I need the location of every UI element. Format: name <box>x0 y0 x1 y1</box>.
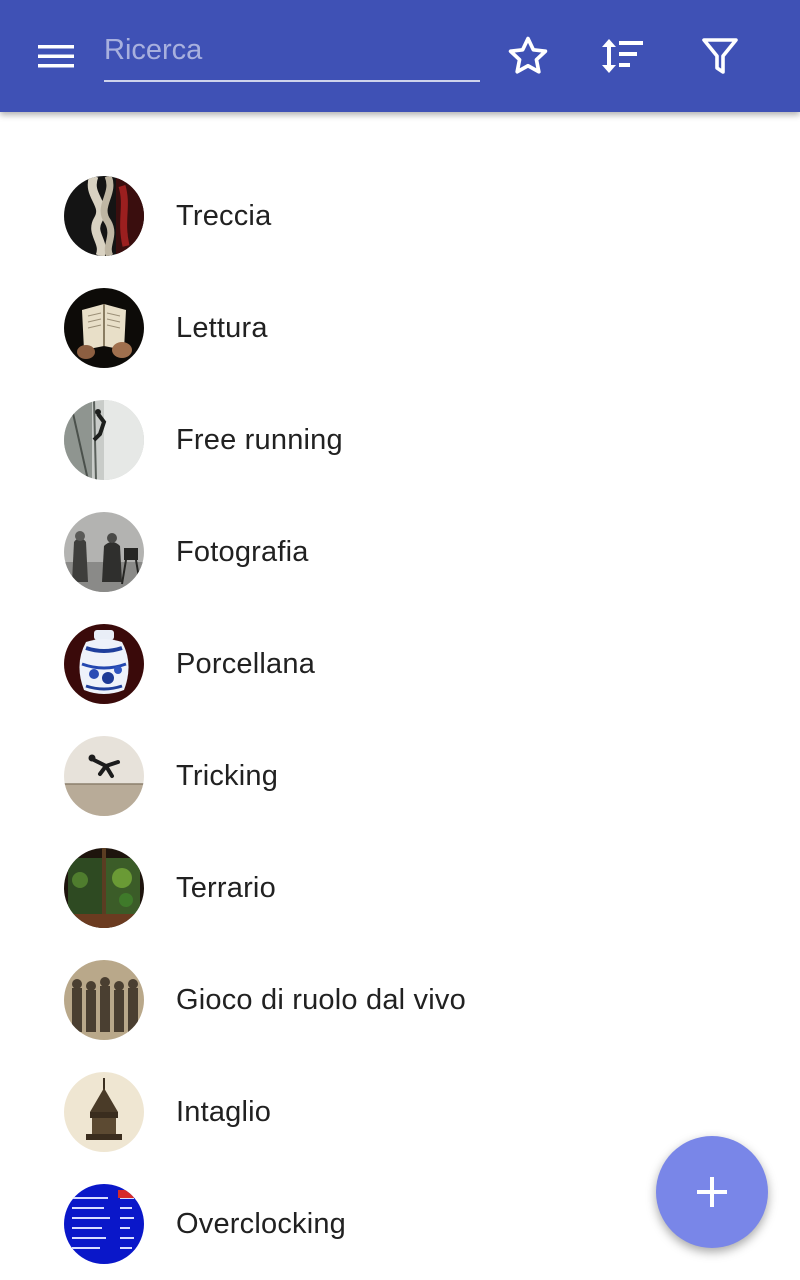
list-item[interactable]: Gioco di ruolo dal vivo <box>0 944 800 1056</box>
list-item[interactable]: Free running <box>0 384 800 496</box>
favorites-button[interactable] <box>496 24 560 88</box>
list-item-label: Intaglio <box>176 1095 272 1128</box>
plus-icon <box>697 1177 727 1207</box>
filter-button[interactable] <box>688 24 752 88</box>
list-item[interactable]: Fotografia <box>0 496 800 608</box>
list-item-label: Treccia <box>176 199 272 232</box>
list-item-label: Overclocking <box>176 1207 347 1240</box>
star-outline-icon <box>508 36 548 74</box>
avatar <box>64 736 144 816</box>
menu-button[interactable] <box>24 28 88 84</box>
avatar <box>64 288 144 368</box>
overclocking-thumbnail <box>64 1184 144 1264</box>
hamburger-menu-icon <box>38 45 74 68</box>
filter-icon <box>702 38 738 74</box>
sort-button[interactable] <box>590 24 654 88</box>
free-running-thumbnail <box>64 400 144 480</box>
list-item-label: Tricking <box>176 759 279 792</box>
list-item-label: Terrario <box>176 871 276 904</box>
add-button[interactable] <box>656 1136 768 1248</box>
list-item-label: Lettura <box>176 311 268 344</box>
app-bar <box>0 0 800 112</box>
list-item[interactable]: Tricking <box>0 720 800 832</box>
list-item-label: Fotografia <box>176 535 309 568</box>
list-item[interactable]: Terrario <box>0 832 800 944</box>
list-item[interactable]: Lettura <box>0 272 800 384</box>
avatar <box>64 960 144 1040</box>
carving-thumbnail <box>64 1072 144 1152</box>
avatar <box>64 400 144 480</box>
sort-icon <box>602 39 643 73</box>
braid-thumbnail <box>64 176 144 256</box>
photography-thumbnail <box>64 512 144 592</box>
avatar <box>64 512 144 592</box>
larp-thumbnail <box>64 960 144 1040</box>
list-item-label: Porcellana <box>176 647 316 680</box>
search-field <box>104 24 480 82</box>
tricking-thumbnail <box>64 736 144 816</box>
list-item[interactable]: Treccia <box>0 160 800 272</box>
search-input[interactable] <box>104 24 480 76</box>
avatar <box>64 1184 144 1264</box>
list-item-label: Free running <box>176 423 343 456</box>
avatar <box>64 1072 144 1152</box>
porcelain-thumbnail <box>64 624 144 704</box>
terrarium-thumbnail <box>64 848 144 928</box>
avatar <box>64 176 144 256</box>
list-item[interactable]: Porcellana <box>0 608 800 720</box>
reading-thumbnail <box>64 288 144 368</box>
avatar <box>64 624 144 704</box>
avatar <box>64 848 144 928</box>
list-item-label: Gioco di ruolo dal vivo <box>176 983 466 1016</box>
